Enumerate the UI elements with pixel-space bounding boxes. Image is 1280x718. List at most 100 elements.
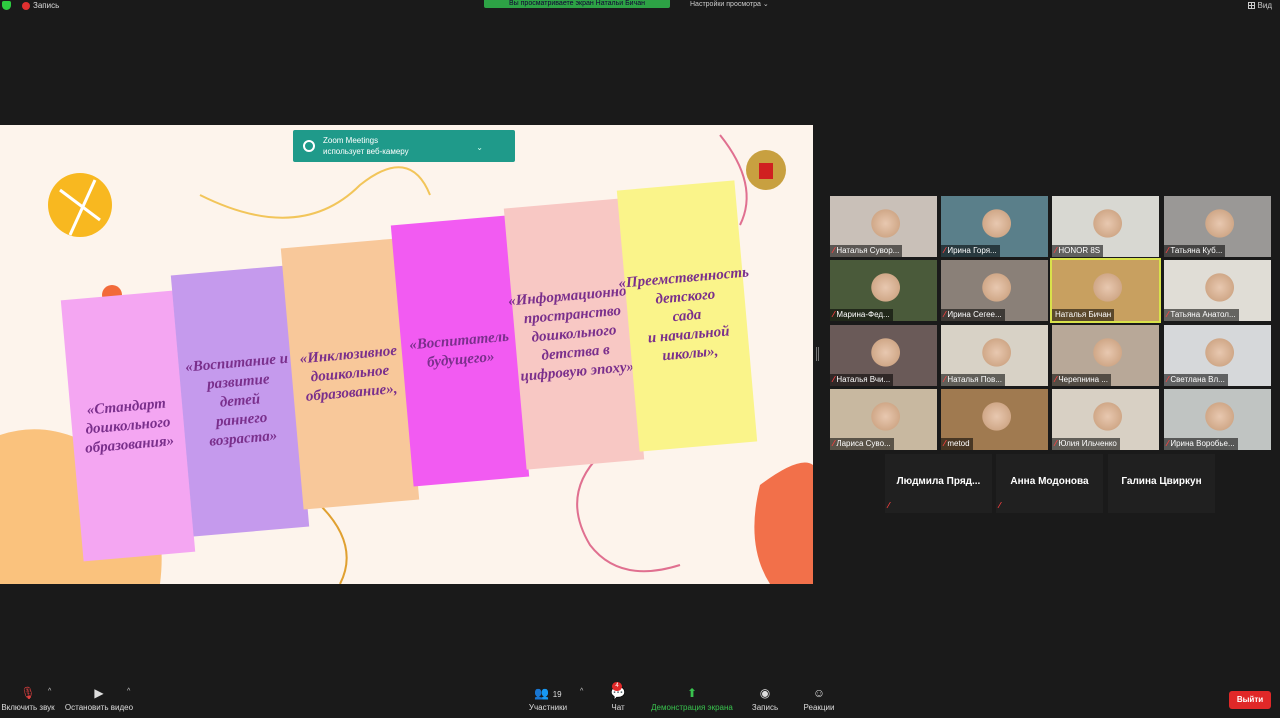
participant-name-label: ⁄ Ирина Воробье... [1164, 438, 1238, 450]
record-button[interactable]: ◉ Запись [748, 686, 782, 712]
participant-name-label: ⁄ Наталья Сувор... [830, 245, 903, 257]
view-options-button[interactable]: Настройки просмотра ⌄ [690, 0, 769, 8]
stop-video-label: Остановить видео [64, 703, 134, 712]
participant-name: Галина Цвиркун [1121, 476, 1202, 487]
participant-tile[interactable]: ⁄ Черепнина ... [1052, 325, 1159, 386]
video-camera-icon: ▶ [94, 686, 104, 700]
participant-name: Лариса Суво... [836, 439, 891, 448]
chat-label: Чат [611, 703, 625, 712]
participant-tile[interactable]: Наталья Бичан [1050, 258, 1161, 323]
participant-name: HONOR 8S [1058, 246, 1101, 255]
participant-tile[interactable]: ⁄ Юлия Ильченко [1052, 389, 1159, 450]
participant-tile[interactable]: ⁄ Татьяна Куб... [1164, 196, 1271, 257]
participant-tile[interactable]: ⁄ HONOR 8S [1052, 196, 1159, 257]
mic-muted-icon: ⁄ [1167, 246, 1169, 255]
participant-name: Черепнина ... [1058, 375, 1108, 384]
mic-muted-icon: ⁄ [833, 439, 835, 448]
participant-name: Людмила Пряд... [896, 476, 981, 487]
share-screen-button[interactable]: ⬆ Демонстрация экрана [648, 686, 736, 712]
shared-screen: Zoom Meetings использует веб-камеру ⌄ «С… [0, 125, 813, 584]
share-screen-icon: ⬆ [686, 686, 698, 700]
participant-tile-audio[interactable]: Людмила Пряд... ⁄ [885, 454, 992, 513]
participant-tile-audio[interactable]: Галина Цвиркун [1108, 454, 1215, 513]
participants-icon: 👥 19 [534, 686, 562, 700]
top-bar: Запись Вы просматриваете экран Натальи Б… [0, 0, 1280, 12]
video-options-caret-icon[interactable]: ^ [127, 688, 130, 695]
slide-card: «Преемственность детского сада и начальной ш… [616, 180, 758, 452]
participant-tile[interactable]: ⁄ Наталья Сувор... [830, 196, 937, 257]
mic-muted-icon: ⁄ [1167, 310, 1169, 319]
recording-indicator[interactable]: Запись [22, 0, 59, 11]
unmute-label: Включить звук [1, 703, 55, 712]
participant-name: Ирина Горя... [947, 246, 997, 255]
participant-name: Юлия Ильченко [1058, 439, 1117, 448]
chevron-down-icon: ⌄ [762, 1, 769, 8]
participants-button[interactable]: 👥 19 Участники [526, 686, 570, 712]
share-screen-label: Демонстрация экрана [651, 703, 733, 712]
participant-name-label: ⁄ Наталья Пов... [941, 374, 1005, 386]
participant-tile[interactable]: ⁄ metod [941, 389, 1048, 450]
participant-name-label: ⁄ Татьяна Анатол... [1164, 309, 1239, 321]
view-button[interactable]: Вид [1247, 1, 1272, 10]
participant-name-label: ⁄ Татьяна Куб... [1164, 245, 1226, 257]
participants-caret-icon[interactable]: ^ [580, 688, 583, 695]
participant-name-label: Наталья Бичан [1052, 309, 1115, 321]
participant-name-label: ⁄ HONOR 8S [1052, 245, 1104, 257]
participant-tile[interactable]: ⁄ Ирина Сегее... [941, 260, 1048, 321]
participant-name: metod [947, 439, 970, 448]
stop-video-button[interactable]: ▶ Остановить видео [62, 686, 136, 712]
participant-name-label: ⁄ Лариса Суво... [830, 438, 894, 450]
participant-name: Анна Модонова [1010, 476, 1089, 487]
participant-name: Ирина Воробье... [1170, 439, 1235, 448]
reactions-button[interactable]: ☺ Реакции [800, 686, 838, 712]
participant-name: Ирина Сегее... [947, 310, 1002, 319]
participant-tile-audio[interactable]: Анна Модонова ⁄ [996, 454, 1103, 513]
mic-muted-icon: ⁄ [944, 375, 946, 384]
chevron-down-icon[interactable]: ⌄ [476, 142, 483, 153]
mic-muted-icon: ⁄ [888, 501, 890, 510]
participant-name-label: ⁄ metod [941, 438, 973, 450]
participant-name: Наталья Вчи... [836, 375, 891, 384]
participant-tile[interactable]: ⁄ Наталья Пов... [941, 325, 1048, 386]
participant-name-label: ⁄ Черепнина ... [1052, 374, 1111, 386]
mic-muted-icon: ⁄ [833, 246, 835, 255]
mic-muted-icon: ⁄ [1167, 375, 1169, 384]
participant-tile[interactable]: ⁄ Наталья Вчи... [830, 325, 937, 386]
participant-tile[interactable]: ⁄ Ирина Горя... [941, 196, 1048, 257]
participant-tile[interactable]: ⁄ Ирина Воробье... [1164, 389, 1271, 450]
audio-options-caret-icon[interactable]: ^ [48, 688, 51, 695]
leave-button[interactable]: Выйти [1229, 691, 1271, 709]
chat-button[interactable]: 💬 4 Чат [604, 682, 632, 712]
share-banner: Вы просматриваете экран Натальи Бичан [484, 0, 670, 8]
view-options-label: Настройки просмотра [690, 1, 761, 8]
participant-name: Марина-Фед... [836, 310, 890, 319]
webcam-icon [303, 140, 315, 152]
participant-name-label: ⁄ Ирина Горя... [941, 245, 1000, 257]
emoji-icon: ☺ [812, 686, 826, 700]
participant-name: Наталья Сувор... [836, 246, 900, 255]
participant-name-label: ⁄ Наталья Вчи... [830, 374, 894, 386]
mic-muted-icon: ⁄ [833, 375, 835, 384]
notification-text: использует веб-камеру [323, 147, 409, 156]
participants-label: Участники [528, 703, 568, 712]
participant-tile[interactable]: ⁄ Лариса Суво... [830, 389, 937, 450]
meeting-toolbar: 🎙 Включить звук ^ ▶ Остановить видео ^ 👥… [0, 682, 1280, 718]
mic-muted-icon: ⁄ [999, 501, 1001, 510]
participant-tile[interactable]: ⁄ Светлана Вл... [1164, 325, 1271, 386]
camera-notification[interactable]: Zoom Meetings использует веб-камеру ⌄ [293, 130, 515, 162]
mic-muted-icon: ⁄ [1055, 375, 1057, 384]
mic-muted-icon: ⁄ [944, 246, 946, 255]
participant-name: Наталья Пов... [947, 375, 1002, 384]
mic-muted-icon: ⁄ [944, 310, 946, 319]
shield-icon[interactable] [2, 1, 11, 10]
gallery-resize-handle[interactable] [816, 347, 819, 361]
participant-name-label: ⁄ Светлана Вл... [1164, 374, 1228, 386]
participant-name-label: ⁄ Ирина Сегее... [941, 309, 1005, 321]
view-label: Вид [1257, 1, 1272, 10]
participants-count: 19 [552, 690, 562, 699]
participant-tile[interactable]: ⁄ Татьяна Анатол... [1164, 260, 1271, 321]
mic-muted-icon: ⁄ [1055, 439, 1057, 448]
participant-tile[interactable]: ⁄ Марина-Фед... [830, 260, 937, 321]
notification-title: Zoom Meetings [323, 136, 379, 145]
chat-icon: 💬 4 [610, 682, 626, 700]
